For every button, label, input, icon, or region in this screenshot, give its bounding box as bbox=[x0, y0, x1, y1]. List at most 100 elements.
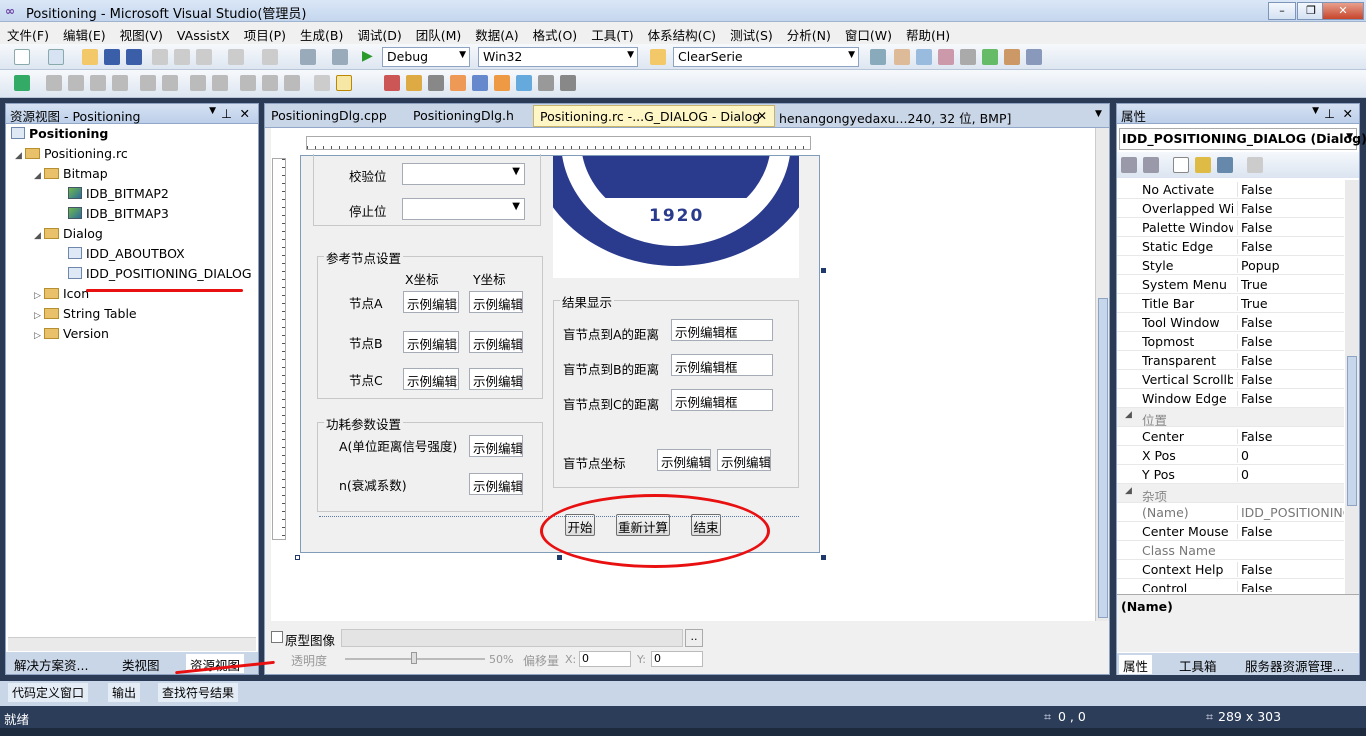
coord-x-input[interactable]: 示例编辑 bbox=[657, 449, 711, 471]
browse-button[interactable]: .. bbox=[685, 629, 703, 647]
center-horizontal-icon[interactable] bbox=[162, 75, 178, 91]
align-bottom-icon[interactable] bbox=[112, 75, 128, 91]
pin-icon[interactable]: ⊥ bbox=[1324, 106, 1335, 121]
open-icon[interactable] bbox=[82, 49, 98, 65]
scrollbar-thumb[interactable] bbox=[1098, 298, 1108, 618]
tree-icon[interactable]: ▷ Icon bbox=[34, 286, 89, 306]
property-value[interactable]: False bbox=[1237, 391, 1344, 406]
tree-bitmap[interactable]: ◢ Bitmap bbox=[34, 166, 108, 186]
save-icon[interactable] bbox=[104, 49, 120, 65]
property-value[interactable]: False bbox=[1237, 429, 1344, 444]
property-row[interactable]: X Pos 0 bbox=[1117, 446, 1344, 465]
alphabetical-icon[interactable] bbox=[1143, 157, 1159, 173]
tab-toolbox[interactable]: 工具箱 bbox=[1175, 655, 1221, 674]
align-right-icon[interactable] bbox=[68, 75, 84, 91]
extension-manager-icon[interactable] bbox=[1004, 49, 1020, 65]
property-row[interactable]: Style Popup bbox=[1117, 256, 1344, 275]
make-same-height-icon[interactable] bbox=[262, 75, 278, 91]
collapse-icon[interactable]: ◢ bbox=[1125, 486, 1132, 496]
menu-item-0[interactable]: 文件(F) bbox=[0, 22, 56, 44]
collapse-icon[interactable]: ◢ bbox=[1125, 410, 1132, 420]
property-value[interactable]: True bbox=[1237, 277, 1344, 292]
property-value[interactable]: False bbox=[1237, 201, 1344, 216]
resize-handle[interactable] bbox=[295, 555, 300, 560]
start-page-icon[interactable] bbox=[982, 49, 998, 65]
control-icon-6[interactable] bbox=[494, 75, 510, 91]
property-value[interactable]: False bbox=[1237, 562, 1344, 577]
resize-handle[interactable] bbox=[557, 555, 562, 560]
property-row[interactable]: System Menu True bbox=[1117, 275, 1344, 294]
navigate-back-icon[interactable] bbox=[300, 49, 316, 65]
minimize-button[interactable]: – bbox=[1268, 2, 1296, 20]
tree-bmp2[interactable]: IDB_BITMAP2 bbox=[68, 186, 169, 206]
node-a-x-input[interactable]: 示例编辑 bbox=[403, 291, 459, 313]
property-value[interactable]: False bbox=[1237, 315, 1344, 330]
tree-version[interactable]: ▷ Version bbox=[34, 326, 109, 346]
menu-item-7[interactable]: 团队(M) bbox=[409, 22, 469, 44]
property-row[interactable]: (Name) IDD_POSITIONING bbox=[1117, 503, 1344, 522]
new-project-icon[interactable] bbox=[14, 49, 30, 65]
positioning-dialog[interactable]: 校验位 ▼ 停止位 ▼ 1920 参考节点设置 X坐标 Y坐标 节点A 示例编辑… bbox=[300, 154, 820, 553]
control-icon-2[interactable] bbox=[406, 75, 422, 91]
toggle-grid-icon[interactable] bbox=[314, 75, 330, 91]
property-value[interactable]: 0 bbox=[1237, 448, 1344, 463]
property-row[interactable]: Tool Window False bbox=[1117, 313, 1344, 332]
property-pages-icon[interactable] bbox=[1247, 157, 1263, 173]
dropdown-icon[interactable]: ▼ bbox=[1312, 106, 1319, 116]
paste-icon[interactable] bbox=[196, 49, 212, 65]
property-value[interactable]: IDD_POSITIONING bbox=[1237, 505, 1344, 520]
menu-item-1[interactable]: 编辑(E) bbox=[56, 22, 113, 44]
node-c-x-input[interactable]: 示例编辑 bbox=[403, 368, 459, 390]
control-icon-1[interactable] bbox=[384, 75, 400, 91]
tab-find-symbol[interactable]: 查找符号结果 bbox=[158, 683, 239, 702]
param-n-input[interactable]: 示例编辑 bbox=[469, 473, 523, 495]
property-row[interactable]: Class Name bbox=[1117, 541, 1344, 560]
find-in-files-icon[interactable] bbox=[650, 49, 666, 65]
y-offset-input[interactable]: 0 bbox=[651, 651, 703, 667]
command-window-icon[interactable] bbox=[1026, 49, 1042, 65]
close-icon[interactable]: ✕ bbox=[240, 106, 250, 121]
resize-handle[interactable] bbox=[821, 555, 826, 560]
param-a-input[interactable]: 示例编辑 bbox=[469, 435, 523, 457]
close-icon[interactable]: ✕ bbox=[1343, 106, 1353, 121]
prototype-path-input[interactable] bbox=[341, 629, 683, 647]
dist-c-input[interactable]: 示例编辑框 bbox=[671, 389, 773, 411]
horizontal-ruler[interactable] bbox=[306, 136, 811, 150]
properties-icon[interactable] bbox=[916, 49, 932, 65]
object-selector[interactable]: IDD_POSITIONING_DIALOG (Dialog) ▼ bbox=[1119, 128, 1366, 150]
control-icon-5[interactable] bbox=[472, 75, 488, 91]
property-value[interactable]: Popup bbox=[1237, 258, 1344, 273]
dropdown-icon[interactable]: ▼ bbox=[209, 106, 216, 116]
menu-item-11[interactable]: 体系结构(C) bbox=[641, 22, 723, 44]
tab-server-explorer[interactable]: 服务器资源管理... bbox=[1241, 655, 1348, 674]
toolbox-icon[interactable] bbox=[960, 49, 976, 65]
property-row[interactable]: Control False bbox=[1117, 579, 1344, 592]
property-value[interactable]: False bbox=[1237, 182, 1344, 197]
node-c-y-input[interactable]: 示例编辑 bbox=[469, 368, 523, 390]
events-icon[interactable] bbox=[1195, 157, 1211, 173]
space-across-icon[interactable] bbox=[190, 75, 206, 91]
property-row[interactable]: Window Edge False bbox=[1117, 389, 1344, 408]
menu-item-9[interactable]: 格式(O) bbox=[526, 22, 585, 44]
node-b-x-input[interactable]: 示例编辑 bbox=[403, 331, 459, 353]
property-row[interactable]: Title Bar True bbox=[1117, 294, 1344, 313]
tree-positioning-dialog[interactable]: IDD_POSITIONING_DIALOG bbox=[68, 266, 252, 286]
properties-view-icon[interactable] bbox=[1173, 157, 1189, 173]
align-left-icon[interactable] bbox=[46, 75, 62, 91]
property-value[interactable]: False bbox=[1237, 220, 1344, 235]
undo-icon[interactable] bbox=[228, 49, 244, 65]
control-icon-9[interactable] bbox=[560, 75, 576, 91]
property-value[interactable]: False bbox=[1237, 581, 1344, 592]
menu-item-15[interactable]: 帮助(H) bbox=[899, 22, 957, 44]
menu-item-5[interactable]: 生成(B) bbox=[293, 22, 350, 44]
menu-item-2[interactable]: 视图(V) bbox=[113, 22, 170, 44]
parity-select[interactable]: ▼ bbox=[402, 163, 525, 185]
center-vertical-icon[interactable] bbox=[140, 75, 156, 91]
redo-icon[interactable] bbox=[262, 49, 278, 65]
property-row[interactable]: Vertical Scrollb False bbox=[1117, 370, 1344, 389]
tab-class-view[interactable]: 类视图 bbox=[118, 654, 164, 673]
tab-list-dropdown-icon[interactable]: ▼ bbox=[1095, 109, 1102, 119]
property-row[interactable]: Overlapped Wi False bbox=[1117, 199, 1344, 218]
resize-handle[interactable] bbox=[821, 268, 826, 273]
tab-bmp[interactable]: henangongyedaxu...240, 32 位, BMP] bbox=[773, 105, 1017, 127]
